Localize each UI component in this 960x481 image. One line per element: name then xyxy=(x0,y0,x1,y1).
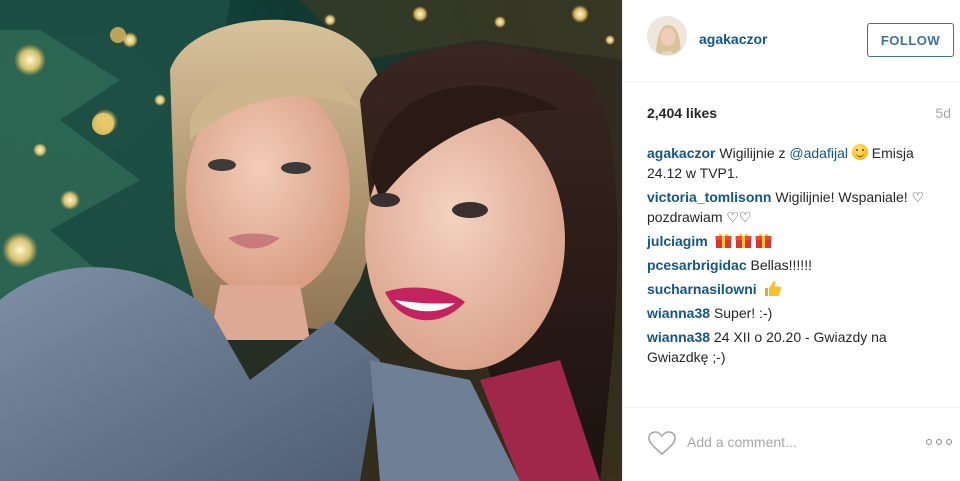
comment-author-link[interactable]: julciagim xyxy=(647,233,708,249)
dot xyxy=(936,439,942,445)
follow-button[interactable]: FOLLOW xyxy=(867,23,954,57)
comment-item: wianna38 24 XII o 20.20 - Gwiazdy na Gwi… xyxy=(647,327,951,367)
comment-text: Bellas!!!!!! xyxy=(750,257,812,273)
comment-author-link[interactable]: pcesarbrigidac xyxy=(647,257,747,273)
like-heart-icon[interactable] xyxy=(647,430,677,456)
avatar-photo xyxy=(648,17,686,55)
comment-item: julciagim xyxy=(647,231,951,251)
more-options-icon[interactable] xyxy=(926,434,952,450)
comment-item: wianna38 Super! :-) xyxy=(647,303,951,323)
author-avatar[interactable] xyxy=(647,16,687,56)
post-timestamp[interactable]: 5d xyxy=(935,105,951,121)
comment-text: Wigilijnie z xyxy=(719,145,790,161)
smiling-face-emoji-icon xyxy=(851,144,868,160)
comment-item: agakaczor Wigilijnie z @adafijal Emisja … xyxy=(647,143,951,183)
gift-icon xyxy=(715,233,732,248)
author-username-link[interactable]: agakaczor xyxy=(699,31,767,47)
thumbs-up-icon xyxy=(764,281,781,296)
comment-author-link[interactable]: sucharnasilowni xyxy=(647,281,757,297)
dot xyxy=(926,439,932,445)
post-side-panel: agakaczor FOLLOW 2,404 likes 5d agakaczo… xyxy=(622,0,960,481)
dot xyxy=(946,439,952,445)
comments-list: agakaczor Wigilijnie z @adafijal Emisja … xyxy=(647,143,951,371)
comment-item: victoria_tomlisonn Wigilijnie! Wspaniale… xyxy=(647,187,951,227)
gift-icon xyxy=(735,233,752,248)
comment-text: Super! :-) xyxy=(713,305,773,321)
mention-link[interactable]: @adafijal xyxy=(789,145,848,161)
comment-item: pcesarbrigidac Bellas!!!!!! xyxy=(647,255,951,275)
comment-item: sucharnasilowni xyxy=(647,279,951,299)
comment-author-link[interactable]: agakaczor xyxy=(647,145,715,161)
photo-illustration xyxy=(0,0,622,481)
comment-author-link[interactable]: wianna38 xyxy=(647,305,710,321)
instagram-post-frame: agakaczor FOLLOW 2,404 likes 5d agakaczo… xyxy=(0,0,960,481)
comment-author-link[interactable]: victoria_tomlisonn xyxy=(647,189,771,205)
comment-author-link[interactable]: wianna38 xyxy=(647,329,710,345)
post-photo[interactable] xyxy=(0,0,622,481)
gift-icon xyxy=(755,233,772,248)
add-comment-input[interactable] xyxy=(687,429,907,455)
post-header: agakaczor FOLLOW xyxy=(623,0,960,82)
likes-count[interactable]: 2,404 likes xyxy=(647,105,717,121)
post-footer xyxy=(623,407,960,481)
